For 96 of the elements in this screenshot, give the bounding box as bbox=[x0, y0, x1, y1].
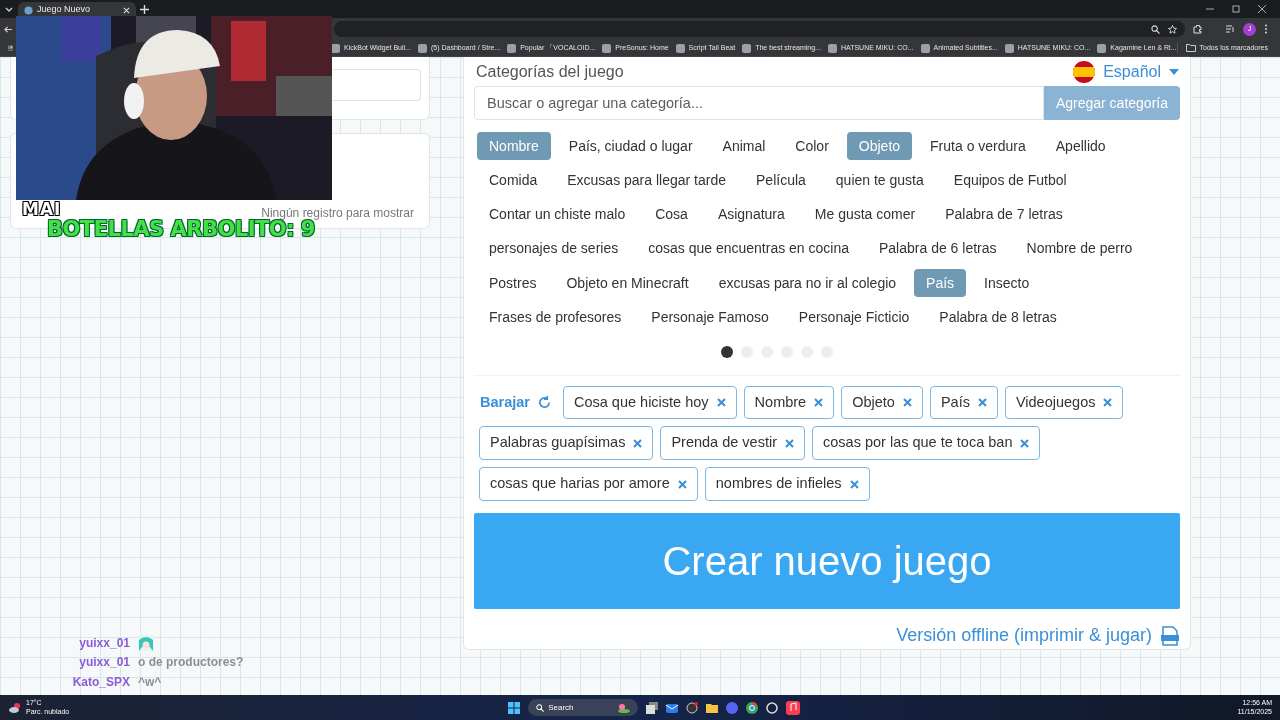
section-title: Categorías del juego bbox=[475, 61, 624, 82]
remove-icon[interactable] bbox=[633, 438, 643, 448]
overlay-counter: BOTELLAS ARBOLITO: 9 bbox=[47, 219, 315, 240]
category-tag: Videojuegos bbox=[1004, 385, 1124, 420]
site-icon bbox=[920, 43, 930, 53]
refresh-icon bbox=[538, 396, 551, 410]
remove-icon[interactable] bbox=[1103, 398, 1113, 408]
remove-icon[interactable] bbox=[849, 479, 859, 489]
category-chip[interactable]: Insecto bbox=[972, 268, 1042, 297]
category-chip[interactable]: Palabra de 6 letras bbox=[867, 234, 1009, 263]
search-icon bbox=[536, 703, 545, 712]
category-chip[interactable]: Comida bbox=[477, 166, 550, 195]
chat-username: yuixx_01 bbox=[78, 654, 130, 672]
text-field[interactable] bbox=[333, 69, 421, 101]
category-chip[interactable]: personajes de series bbox=[477, 234, 631, 263]
site-icon bbox=[602, 43, 612, 53]
close-icon[interactable] bbox=[1258, 5, 1266, 13]
category-chip[interactable]: Fruta o verdura bbox=[918, 132, 1038, 161]
empty-message: Ningún registro para mostrar bbox=[261, 205, 414, 221]
chat-message: o de productores? bbox=[138, 654, 244, 672]
category-chip[interactable]: Color bbox=[783, 132, 841, 161]
category-tag: Palabras guapísimas bbox=[479, 426, 654, 461]
remove-icon[interactable] bbox=[814, 398, 824, 408]
category-chip[interactable]: quien te gusta bbox=[823, 166, 936, 195]
category-chip[interactable]: Nombre de perro bbox=[1014, 234, 1145, 263]
remove-icon[interactable] bbox=[785, 438, 794, 448]
category-tag: cosas por las que te toca ban bbox=[812, 426, 1041, 461]
search-field[interactable]: Buscar o agregar una categoría... bbox=[474, 86, 1044, 121]
category-chip[interactable]: Cosa bbox=[643, 200, 700, 229]
remove-icon[interactable] bbox=[1020, 438, 1030, 448]
category-chip[interactable]: Excusas para llegar tarde bbox=[555, 166, 738, 195]
category-chip[interactable]: Equipos de Futbol bbox=[941, 166, 1079, 195]
menu-icon[interactable] bbox=[1264, 24, 1268, 34]
overlay-label: MAI bbox=[22, 201, 62, 218]
site-icon bbox=[675, 43, 685, 53]
category-tag: Prenda de vestir bbox=[660, 426, 805, 461]
start-icon[interactable] bbox=[508, 701, 521, 714]
offline-version-link[interactable]: Versión offline (imprimir & jugar) bbox=[896, 622, 1152, 649]
category-chip[interactable]: Palabra de 7 letras bbox=[933, 200, 1075, 229]
category-chip[interactable]: Postres bbox=[477, 268, 549, 297]
chat-username: Kato_SPX bbox=[71, 673, 130, 691]
back-icon[interactable] bbox=[4, 24, 13, 34]
category-chip[interactable]: Personaje Ficticio bbox=[786, 302, 922, 331]
category-chip[interactable]: Película bbox=[744, 166, 818, 195]
star-icon[interactable] bbox=[1168, 24, 1177, 34]
category-chip[interactable]: Palabra de 8 letras bbox=[927, 302, 1069, 331]
remove-icon[interactable] bbox=[677, 479, 687, 489]
minimize-icon[interactable] bbox=[1206, 5, 1214, 13]
chat-username: yuixx_01 bbox=[78, 634, 130, 652]
category-chip[interactable]: cosas que encuentras en cocina bbox=[636, 234, 861, 263]
site-icon bbox=[827, 43, 837, 53]
mail-icon[interactable] bbox=[666, 701, 679, 714]
category-tag: Objeto bbox=[841, 385, 923, 420]
site-icon bbox=[417, 43, 427, 53]
maximize-icon[interactable] bbox=[1232, 5, 1240, 13]
taskbar-search[interactable]: Search bbox=[528, 699, 639, 716]
chat-message: ^w^ bbox=[138, 673, 162, 691]
apps-icon[interactable] bbox=[8, 43, 13, 53]
category-chip[interactable]: excusas para no ir al colegio bbox=[706, 268, 909, 297]
windows-stack-icon[interactable] bbox=[646, 701, 659, 714]
category-chip[interactable]: Frases de profesores bbox=[477, 302, 634, 331]
browser-icon[interactable] bbox=[746, 701, 759, 714]
flag-icon bbox=[1073, 60, 1096, 83]
zoom-icon[interactable] bbox=[1151, 24, 1160, 34]
category-chip[interactable]: País, ciudad o lugar bbox=[556, 132, 705, 161]
new-tab-icon[interactable] bbox=[140, 4, 149, 14]
site-icon bbox=[1097, 43, 1107, 53]
pdf-icon[interactable] bbox=[1160, 625, 1180, 646]
category-tag: País bbox=[929, 385, 998, 420]
folder-icon[interactable] bbox=[706, 701, 719, 714]
weather-icon bbox=[8, 701, 22, 714]
media-icon[interactable] bbox=[1225, 24, 1235, 34]
page-dot[interactable] bbox=[721, 345, 733, 358]
remove-icon[interactable] bbox=[977, 398, 987, 408]
site-icon bbox=[507, 43, 517, 53]
category-tag: cosas que harias por amore bbox=[479, 467, 698, 501]
category-tag: Cosa que hiciste hoy bbox=[563, 385, 737, 420]
category-tag: nombres de infieles bbox=[704, 467, 870, 501]
globe-icon bbox=[24, 5, 33, 15]
category-chip[interactable]: Contar un chiste malo bbox=[477, 200, 638, 229]
category-chip[interactable]: Animal bbox=[710, 132, 778, 161]
extensions-icon[interactable] bbox=[1193, 24, 1203, 34]
site-icon bbox=[742, 43, 752, 53]
category-chip[interactable]: Apellido bbox=[1043, 132, 1118, 161]
category-tag: Nombre bbox=[743, 385, 835, 420]
category-chip[interactable]: Personaje Famoso bbox=[639, 302, 781, 331]
site-icon bbox=[1004, 43, 1014, 53]
recorder-icon[interactable] bbox=[686, 701, 699, 714]
remove-icon[interactable] bbox=[716, 398, 726, 408]
caret-icon bbox=[1169, 68, 1179, 75]
category-chip[interactable]: Me gusta comer bbox=[802, 200, 928, 229]
folder-icon bbox=[1185, 44, 1196, 52]
category-chip[interactable]: Asignatura bbox=[705, 200, 797, 229]
remove-icon[interactable] bbox=[902, 398, 912, 408]
chat-app-icon[interactable] bbox=[726, 701, 739, 714]
category-chip[interactable]: Objeto en Minecraft bbox=[554, 268, 701, 297]
